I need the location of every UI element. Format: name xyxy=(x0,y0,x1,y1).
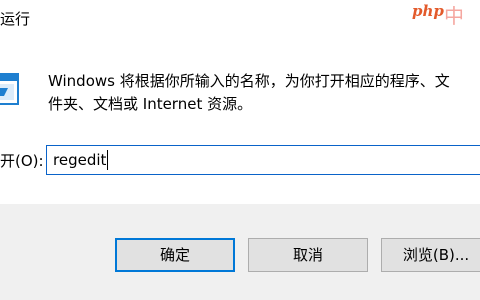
watermark-cjk: 中 xyxy=(444,4,464,28)
description-line-2: 件夹、文档或 Internet 资源。 xyxy=(48,95,253,113)
run-app-icon xyxy=(0,70,22,110)
dialog-title: 运行 xyxy=(0,10,31,28)
description-line-1: Windows 将根据你所输入的名称，为你打开相应的程序、文 xyxy=(48,72,450,90)
open-field-label: 开(O): xyxy=(0,152,44,170)
dialog-description: Windows 将根据你所输入的名称，为你打开相应的程序、文 件夹、文档或 In… xyxy=(48,70,480,116)
watermark-text: php xyxy=(412,2,444,20)
open-input-value[interactable]: regedit xyxy=(53,150,109,170)
text-caret xyxy=(107,150,109,170)
title-bar: 运行 php 中 xyxy=(0,0,480,44)
ok-button[interactable]: 确定 xyxy=(115,238,235,272)
browse-button[interactable]: 浏览(B)... xyxy=(381,238,480,272)
cancel-button[interactable]: 取消 xyxy=(248,238,368,272)
watermark-logo: php 中 xyxy=(406,0,480,30)
button-bar: 确定 取消 浏览(B)... xyxy=(0,204,480,300)
open-input[interactable]: regedit xyxy=(46,145,480,175)
